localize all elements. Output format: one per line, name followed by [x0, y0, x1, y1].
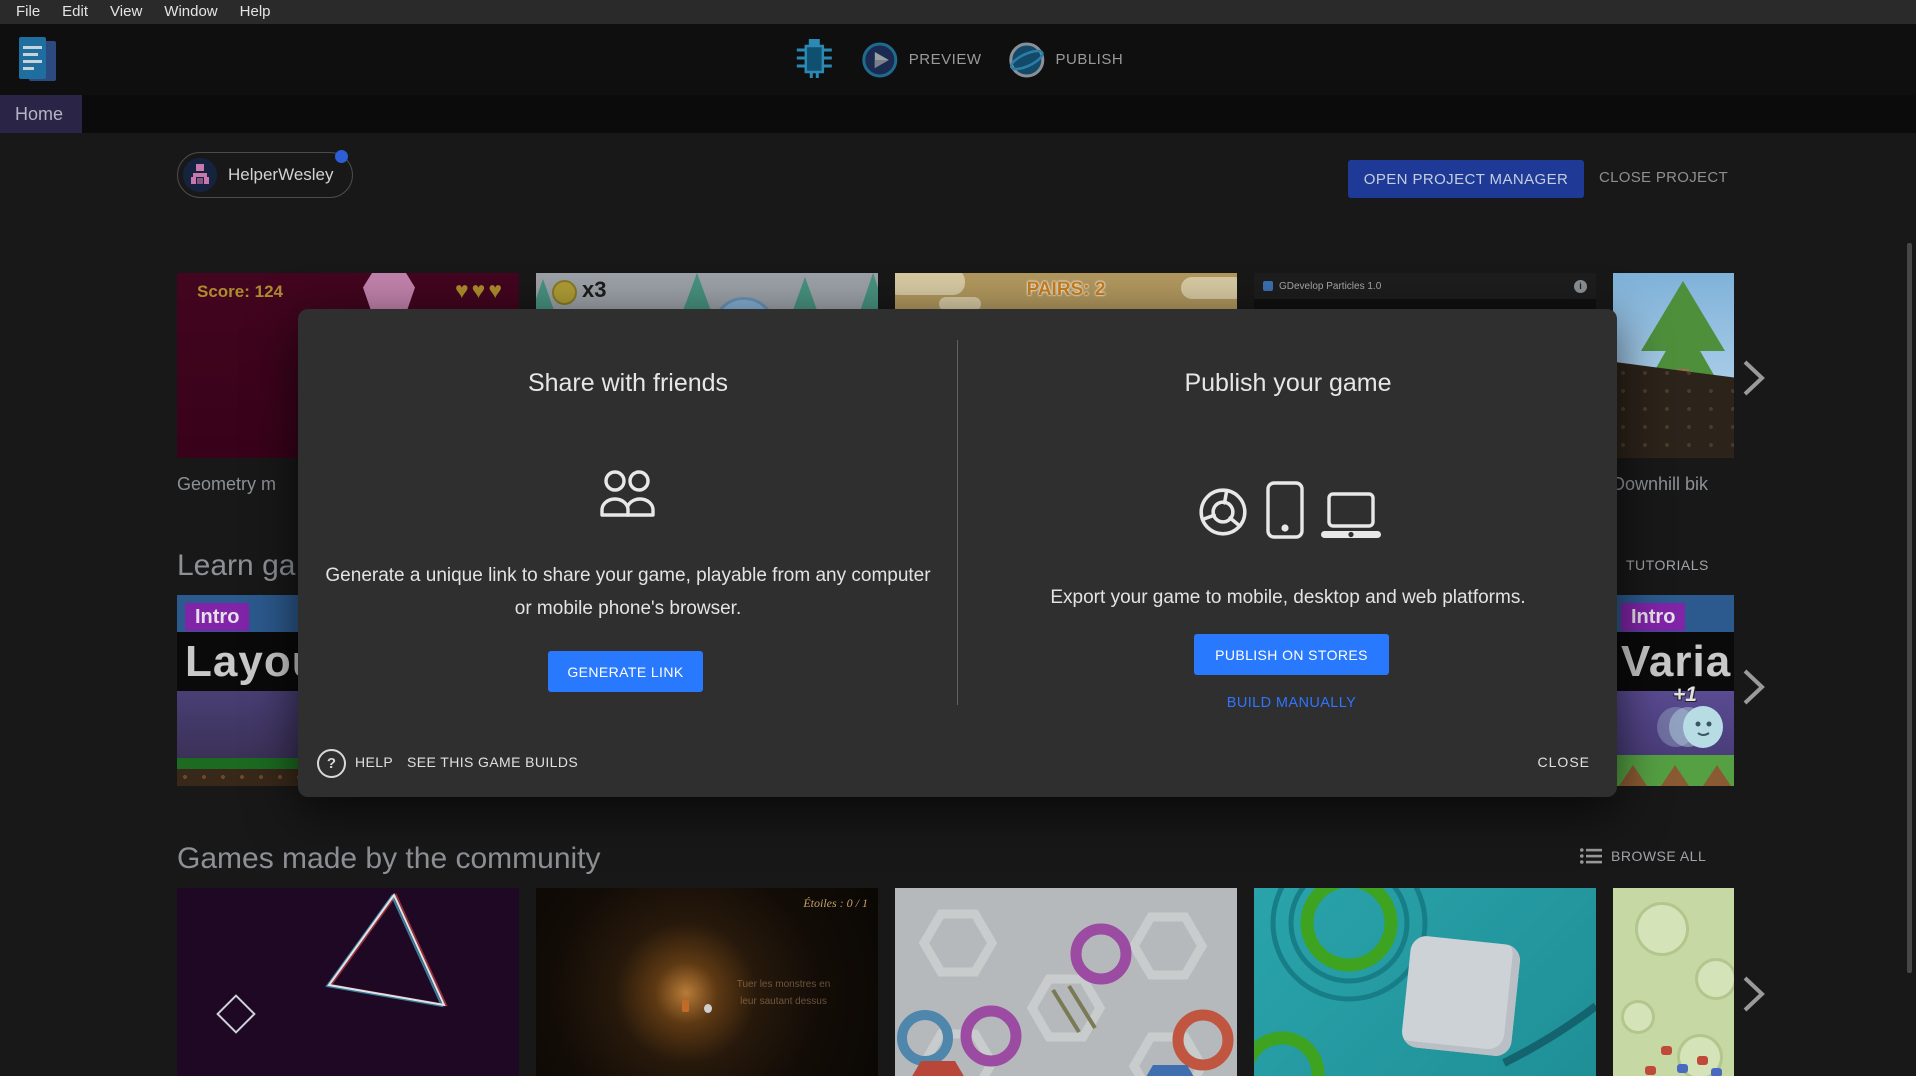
- share-description: Generate a unique link to share your gam…: [318, 559, 938, 625]
- preview-button[interactable]: PREVIEW: [861, 41, 982, 79]
- example-label-geometry: Geometry m: [177, 474, 276, 495]
- toolbar: PREVIEW PUBLISH: [0, 24, 1916, 95]
- vertical-scrollbar[interactable]: [1907, 243, 1912, 973]
- browse-all-label: BROWSE ALL: [1611, 848, 1706, 864]
- browse-all-button[interactable]: BROWSE ALL: [1580, 848, 1706, 864]
- community-card-4[interactable]: [1254, 888, 1596, 1076]
- intro-badge: Intro: [185, 603, 249, 631]
- example-label-downhill: Downhill bik: [1612, 474, 1708, 495]
- people-icon: [597, 467, 659, 524]
- grass-strip: [1613, 755, 1734, 786]
- plus-one-text: +1: [1673, 683, 1697, 707]
- debug-button[interactable]: [793, 35, 835, 84]
- creature: [1711, 1068, 1722, 1076]
- preview-label: PREVIEW: [909, 51, 982, 68]
- share-title: Share with friends: [298, 369, 958, 398]
- triangle-art: [177, 888, 519, 1076]
- see-game-builds-button[interactable]: SEE THIS GAME BUILDS: [407, 754, 578, 770]
- menu-file[interactable]: File: [5, 0, 51, 24]
- score-text: Score: 124: [197, 282, 283, 302]
- gdevelop-logo: [1263, 281, 1273, 291]
- debug-bug-icon: [793, 35, 835, 79]
- menu-help[interactable]: Help: [229, 0, 282, 24]
- pairs-text: PAIRS: 2: [895, 279, 1237, 301]
- hint-text: Tuer les monstres enleur sautant dessus: [696, 976, 871, 1010]
- publish-on-stores-button[interactable]: PUBLISH ON STORES: [1194, 634, 1389, 675]
- hearts: ♥♥♥: [455, 277, 505, 304]
- tutorials-label: TUTORIALS: [1626, 557, 1709, 573]
- close-project-button[interactable]: CLOSE PROJECT: [1599, 169, 1728, 186]
- notification-dot: [335, 150, 348, 163]
- chrome-icon: [1196, 485, 1250, 539]
- build-manually-link[interactable]: BUILD MANUALLY: [1194, 695, 1389, 711]
- close-dialog-button[interactable]: CLOSE: [1538, 754, 1590, 770]
- community-scroll-right-chevron-icon[interactable]: [1736, 972, 1770, 1016]
- gem-shape: [363, 273, 415, 313]
- menu-view[interactable]: View: [99, 0, 153, 24]
- help-button[interactable]: HELP: [355, 754, 393, 770]
- preview-play-icon: [861, 41, 899, 79]
- community-card-1[interactable]: [177, 888, 519, 1076]
- toolbar-center: PREVIEW PUBLISH: [793, 24, 1123, 95]
- cube-shape: [1400, 935, 1521, 1058]
- publish-description: Export your game to mobile, desktop and …: [978, 581, 1598, 614]
- hexagon-puzzle-art: [895, 888, 1237, 1076]
- intro-badge: Intro: [1621, 603, 1685, 631]
- smartphone-icon: [1266, 481, 1304, 539]
- menu-bar: File Edit View Window Help: [0, 0, 1916, 24]
- community-row: Étoiles : 0 / 1 Tuer les monstres enleur…: [177, 888, 1734, 1076]
- community-title: Games made by the community: [177, 842, 601, 876]
- ghost-character: [1683, 706, 1723, 748]
- coin-count: x3: [582, 277, 606, 303]
- open-project-manager-button[interactable]: OPEN PROJECT MANAGER: [1348, 160, 1584, 198]
- example-card-downhill-bike[interactable]: G: [1613, 273, 1734, 458]
- tutorials-title: Learn ga: [177, 549, 295, 583]
- campfire: [682, 1000, 689, 1012]
- platform-icons: [1196, 481, 1382, 539]
- character: [704, 1004, 712, 1013]
- creature: [1697, 1056, 1708, 1065]
- tab-bar: Home: [0, 95, 1916, 133]
- community-card-5[interactable]: [1613, 888, 1734, 1076]
- tutorials-scroll-right-chevron-icon[interactable]: [1736, 665, 1770, 709]
- share-dialog: Share with friends Generate a unique lin…: [298, 309, 1617, 797]
- username: HelperWesley: [228, 165, 334, 185]
- publish-globe-icon: [1007, 41, 1045, 79]
- tab-home[interactable]: Home: [0, 95, 82, 133]
- creature: [1645, 1066, 1656, 1075]
- publish-label: PUBLISH: [1055, 51, 1123, 68]
- avatar: [183, 158, 217, 192]
- creature: [1677, 1064, 1688, 1073]
- publish-title: Publish your game: [958, 369, 1618, 398]
- particles-caption: GDevelop Particles 1.0: [1279, 281, 1568, 292]
- menu-edit[interactable]: Edit: [51, 0, 99, 24]
- project-manager-icon: [16, 34, 60, 86]
- generate-link-button[interactable]: GENERATE LINK: [548, 651, 703, 692]
- examples-scroll-right-chevron-icon[interactable]: [1736, 356, 1770, 400]
- coin-icon: [552, 280, 577, 305]
- community-card-3[interactable]: [895, 888, 1237, 1076]
- laptop-icon: [1320, 492, 1382, 539]
- list-icon: [1580, 848, 1602, 864]
- tutorial-card-variables[interactable]: Intro Variab +1: [1613, 595, 1734, 786]
- help-icon[interactable]: ?: [317, 749, 346, 778]
- menu-window[interactable]: Window: [153, 0, 228, 24]
- info-icon: i: [1574, 280, 1587, 293]
- project-manager-button[interactable]: [16, 34, 60, 86]
- creature: [1661, 1046, 1672, 1055]
- publish-button[interactable]: PUBLISH: [1007, 41, 1123, 79]
- gdevelop-window: File Edit View Window Help: [0, 0, 1916, 1076]
- community-card-2[interactable]: Étoiles : 0 / 1 Tuer les monstres enleur…: [536, 888, 878, 1076]
- user-chip[interactable]: HelperWesley: [177, 152, 353, 198]
- stars-counter: Étoiles : 0 / 1: [803, 896, 868, 911]
